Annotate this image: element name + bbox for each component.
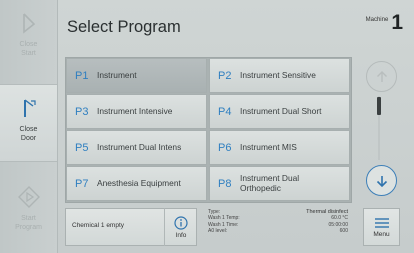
program-grid: P1 Instrument P2 Instrument Sensitive P3 Inst… (65, 57, 352, 203)
machine-label: Machine (365, 17, 389, 23)
status-message: Chemical 1 empty (72, 222, 125, 229)
scroll-up-button[interactable] (366, 61, 397, 92)
scroll-thumb[interactable] (377, 97, 381, 115)
sidebar-item-label: Close Door (19, 126, 38, 142)
program-number: P7 (75, 177, 89, 190)
program-button-p3[interactable]: P3 Instrument Intensive (66, 94, 207, 129)
program-button-p1[interactable]: P1 Instrument (66, 58, 207, 93)
arrow-down-icon (376, 175, 387, 187)
machine-number: 1 (391, 11, 403, 34)
program-button-p4[interactable]: P4 Instrument Dual Short (209, 94, 350, 129)
program-name: Instrument Sensitive (240, 69, 316, 80)
start-diamond-icon (17, 186, 40, 208)
arrow-up-icon (376, 70, 387, 82)
sidebar: Close Start Close Door Start Program (0, 0, 58, 253)
program-button-p5[interactable]: P5 Instrument Dual Intens (66, 130, 207, 165)
cycle-values: Thermal disinfect 60.0 °C 05:00:00 600 (306, 209, 348, 235)
program-button-p7[interactable]: P7 Anesthesia Equipment (66, 166, 207, 201)
program-number: P8 (218, 177, 232, 190)
sidebar-item-close-start[interactable]: Close Start (0, 0, 57, 78)
scroll-down-button[interactable] (366, 165, 397, 196)
sidebar-item-label: Close Start (19, 41, 38, 57)
program-name: Instrument Dual Orthopedic (240, 173, 300, 193)
info-button-label: Info (175, 231, 187, 239)
page-title: Select Program (67, 18, 181, 36)
program-select-screen: Close Start Close Door Start Program Select… (0, 0, 414, 253)
door-open-icon (22, 13, 35, 34)
sidebar-item-close-door[interactable]: Close Door (0, 84, 57, 162)
cycle-label: Wash 1 Temp: (208, 215, 240, 222)
cycle-label: A0 level: (208, 228, 228, 235)
cycle-labels: Type: Wash 1 Temp: Wash 1 Time: A0 level… (208, 209, 240, 235)
program-name: Instrument (97, 69, 137, 80)
program-number: P6 (218, 141, 232, 154)
program-number: P5 (75, 141, 89, 154)
program-name: Instrument Intensive (97, 105, 173, 116)
sidebar-item-start-program[interactable]: Start Program (0, 174, 57, 252)
program-number: P2 (218, 69, 232, 82)
program-button-p2[interactable]: P2 Instrument Sensitive (209, 58, 350, 93)
program-button-p6[interactable]: P6 Instrument MIS (209, 130, 350, 165)
program-number: P1 (75, 69, 89, 82)
sidebar-item-label: Start Program (15, 215, 42, 231)
program-name: Instrument Dual Intens (97, 141, 182, 152)
program-name: Anesthesia Equipment (97, 177, 181, 188)
info-button[interactable]: Info (164, 208, 197, 246)
menu-icon (374, 217, 389, 228)
door-close-icon (23, 99, 36, 117)
program-number: P4 (218, 105, 232, 118)
program-name: Instrument MIS (240, 141, 297, 152)
program-name: Instrument Dual Short (240, 105, 322, 116)
machine-indicator: Machine 1 (365, 11, 403, 34)
cycle-parameters: Type: Wash 1 Temp: Wash 1 Time: A0 level… (208, 209, 348, 245)
cycle-value: 600 (339, 228, 348, 235)
program-button-p8[interactable]: P8 Instrument Dual Orthopedic (209, 166, 350, 201)
program-number: P3 (75, 105, 89, 118)
menu-button-label: Menu (373, 230, 390, 238)
info-icon (174, 215, 188, 230)
menu-button[interactable]: Menu (363, 208, 400, 246)
